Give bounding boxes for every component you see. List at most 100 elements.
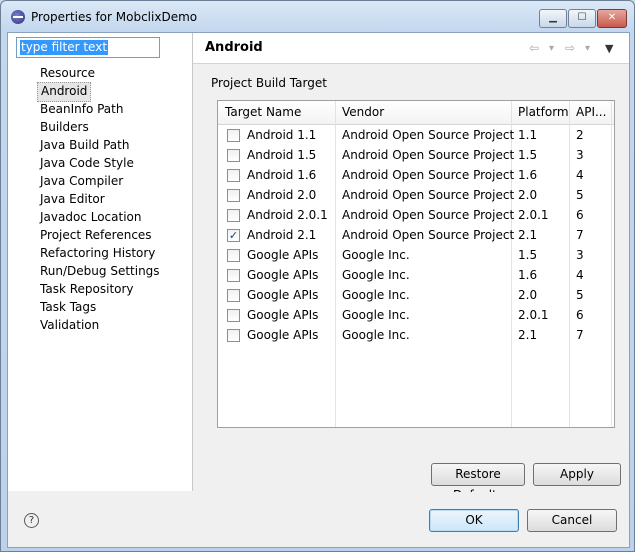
- target-checkbox[interactable]: [227, 269, 240, 282]
- target-name-cell: Google APIs: [247, 308, 319, 322]
- column-header-target-name[interactable]: Target Name: [225, 105, 301, 119]
- table-row[interactable]: Android 1.1 Android Open Source Project 1.…: [218, 125, 614, 145]
- target-checkbox[interactable]: [227, 329, 240, 342]
- nav-item-javadoc-location[interactable]: Javadoc Location: [40, 208, 160, 226]
- platform-cell: 2.1: [518, 328, 538, 342]
- maximize-button[interactable]: ☐: [568, 9, 596, 28]
- api-level-cell: 2: [576, 128, 584, 142]
- help-icon[interactable]: ?: [24, 513, 39, 528]
- title-bar[interactable]: Properties for MobclixDemo ▁ ☐ ✕: [1, 1, 634, 31]
- api-level-cell: 4: [576, 168, 584, 182]
- vendor-cell: Android Open Source Project: [342, 208, 515, 222]
- vendor-cell: Google Inc.: [342, 268, 410, 282]
- target-checkbox[interactable]: [227, 129, 240, 142]
- target-name-cell: Android 2.0: [247, 188, 317, 202]
- vendor-cell: Android Open Source Project: [342, 148, 515, 162]
- minimize-button[interactable]: ▁: [539, 9, 567, 28]
- nav-item-validation[interactable]: Validation: [40, 316, 160, 334]
- cancel-button[interactable]: Cancel: [527, 509, 617, 532]
- nav-item-builders[interactable]: Builders: [40, 118, 160, 136]
- nav-item-task-repository[interactable]: Task Repository: [40, 280, 160, 298]
- column-header-vendor[interactable]: Vendor: [342, 105, 384, 119]
- nav-item-task-tags[interactable]: Task Tags: [40, 298, 160, 316]
- categories-pane: type filter text Resource Android BeanInfo…: [8, 33, 193, 491]
- platform-cell: 2.0: [518, 288, 538, 302]
- table-row[interactable]: Android 2.0.1 Android Open Source Project…: [218, 205, 614, 225]
- nav-item-beaninfo-path[interactable]: BeanInfo Path: [40, 100, 160, 118]
- target-name-cell: Google APIs: [247, 328, 319, 342]
- restore-defaults-button[interactable]: Restore Defaults: [431, 463, 525, 502]
- nav-item-android[interactable]: Android: [37, 82, 92, 102]
- apply-button[interactable]: Apply: [533, 463, 621, 486]
- platform-cell: 1.5: [518, 148, 538, 162]
- category-tree: Resource Android BeanInfo Path Builders Java…: [37, 64, 160, 334]
- api-level-cell: 5: [576, 288, 584, 302]
- forward-dropdown-icon[interactable]: ▾: [585, 43, 590, 54]
- api-level-cell: 3: [576, 248, 584, 262]
- vendor-cell: Google Inc.: [342, 248, 410, 262]
- page-header: Android ⇦ ▾ ⇨ ▾ ▼: [193, 33, 629, 64]
- column-header-platform[interactable]: Platform: [518, 105, 569, 119]
- dialog-client-area: type filter text Resource Android BeanInfo…: [7, 32, 630, 548]
- nav-item-resource[interactable]: Resource: [40, 64, 160, 82]
- target-checkbox[interactable]: [227, 309, 240, 322]
- platform-cell: 1.6: [518, 168, 538, 182]
- filter-input-text: type filter text: [20, 40, 109, 55]
- vendor-cell: Google Inc.: [342, 288, 410, 302]
- platform-cell: 1.1: [518, 128, 538, 142]
- table-row[interactable]: Google APIs Google Inc. 2.0 5: [218, 285, 614, 305]
- target-checkbox[interactable]: ✓: [227, 229, 240, 242]
- table-row[interactable]: Android 2.0 Android Open Source Project 2.…: [218, 185, 614, 205]
- close-icon: ✕: [607, 12, 617, 23]
- target-checkbox[interactable]: [227, 189, 240, 202]
- view-menu-icon[interactable]: ▼: [605, 42, 613, 55]
- nav-item-java-build-path[interactable]: Java Build Path: [40, 136, 160, 154]
- nav-item-java-editor[interactable]: Java Editor: [40, 190, 160, 208]
- eclipse-icon: [11, 10, 25, 24]
- table-row[interactable]: Google APIs Google Inc. 2.1 7: [218, 325, 614, 345]
- platform-cell: 2.1: [518, 228, 538, 242]
- target-checkbox[interactable]: [227, 249, 240, 262]
- close-button[interactable]: ✕: [597, 9, 627, 28]
- platform-cell: 2.0.1: [518, 308, 549, 322]
- target-name-cell: Android 1.6: [247, 168, 317, 182]
- vendor-cell: Google Inc.: [342, 328, 410, 342]
- target-checkbox[interactable]: [227, 289, 240, 302]
- back-arrow-icon[interactable]: ⇦: [529, 41, 539, 55]
- api-level-cell: 6: [576, 208, 584, 222]
- table-row[interactable]: Google APIs Google Inc. 1.5 3: [218, 245, 614, 265]
- target-checkbox[interactable]: [227, 149, 240, 162]
- build-target-table: Target Name Vendor Platform API... Andro…: [217, 100, 615, 428]
- target-name-cell: Android 2.0.1: [247, 208, 328, 222]
- vendor-cell: Android Open Source Project: [342, 188, 515, 202]
- ok-button[interactable]: OK: [429, 509, 519, 532]
- platform-cell: 1.5: [518, 248, 538, 262]
- api-level-cell: 3: [576, 148, 584, 162]
- column-header-api[interactable]: API...: [576, 105, 606, 119]
- vendor-cell: Android Open Source Project: [342, 128, 515, 142]
- api-level-cell: 4: [576, 268, 584, 282]
- target-name-cell: Android 1.1: [247, 128, 317, 142]
- target-name-cell: Google APIs: [247, 288, 319, 302]
- nav-item-refactoring-history[interactable]: Refactoring History: [40, 244, 160, 262]
- target-checkbox[interactable]: [227, 169, 240, 182]
- target-checkbox[interactable]: [227, 209, 240, 222]
- nav-item-java-compiler[interactable]: Java Compiler: [40, 172, 160, 190]
- page-area: Android ⇦ ▾ ⇨ ▾ ▼ Project Build Target T…: [193, 33, 629, 502]
- table-row[interactable]: Android 1.5 Android Open Source Project 1.…: [218, 145, 614, 165]
- api-level-cell: 5: [576, 188, 584, 202]
- filter-input[interactable]: type filter text: [16, 37, 160, 58]
- table-row[interactable]: ✓ Android 2.1 Android Open Source Project 2…: [218, 225, 614, 245]
- back-dropdown-icon[interactable]: ▾: [549, 43, 554, 54]
- target-name-cell: Google APIs: [247, 248, 319, 262]
- forward-arrow-icon[interactable]: ⇨: [565, 41, 575, 55]
- table-row[interactable]: Android 1.6 Android Open Source Project 1.…: [218, 165, 614, 185]
- minimize-icon: ▁: [549, 12, 557, 23]
- nav-item-run-debug-settings[interactable]: Run/Debug Settings: [40, 262, 160, 280]
- nav-item-project-references[interactable]: Project References: [40, 226, 160, 244]
- table-row[interactable]: Google APIs Google Inc. 2.0.1 6: [218, 305, 614, 325]
- table-row[interactable]: Google APIs Google Inc. 1.6 4: [218, 265, 614, 285]
- window-title: Properties for MobclixDemo: [31, 10, 198, 24]
- platform-cell: 2.0: [518, 188, 538, 202]
- nav-item-java-code-style[interactable]: Java Code Style: [40, 154, 160, 172]
